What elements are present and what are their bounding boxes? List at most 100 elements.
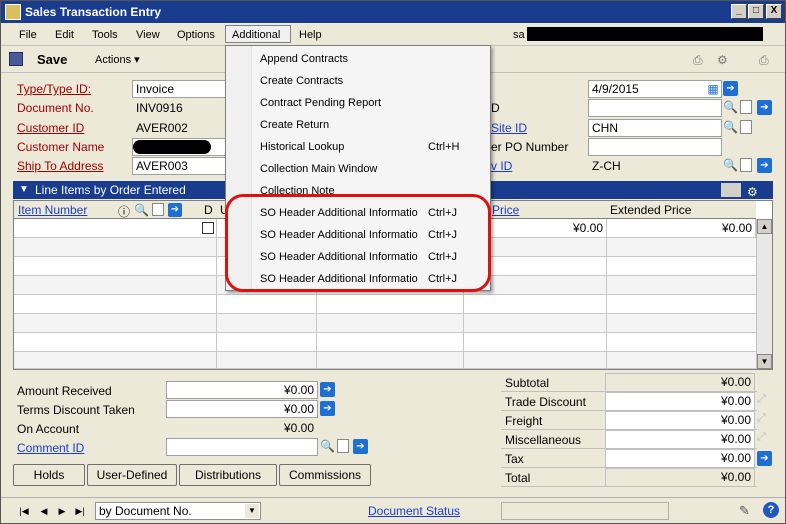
chevron-down-icon[interactable]: ▼	[245, 504, 259, 518]
menu-item-collection-main-window[interactable]: Collection Main Window	[260, 158, 486, 180]
menu-item-historical-lookup[interactable]: Historical Lookup Ctrl+H	[260, 136, 486, 158]
item-number-column[interactable]: Item Number	[18, 203, 87, 217]
date-expand-arrow-icon[interactable]: ➔	[723, 81, 738, 96]
grid-options-icon[interactable]: ⚙	[747, 183, 761, 199]
save-button[interactable]: Save	[37, 52, 67, 67]
comment-lookup-icon[interactable]: 🔍	[320, 439, 335, 453]
lookup-icon[interactable]: 🔍	[723, 100, 738, 114]
terms-discount-arrow-icon[interactable]: ➔	[320, 401, 335, 416]
site-new-icon[interactable]	[740, 120, 752, 134]
trade-discount-expand-icon[interactable]: ⤢	[757, 393, 771, 407]
new-document-icon[interactable]	[740, 100, 752, 114]
item-number-cell[interactable]	[14, 219, 217, 238]
save-icon[interactable]	[9, 52, 23, 66]
note-icon[interactable]: ✎	[739, 503, 750, 519]
collapse-triangle-icon[interactable]: ▼	[19, 181, 29, 199]
printer-icon[interactable]: ⎙	[759, 53, 775, 67]
table-row[interactable]	[14, 352, 756, 369]
menu-item-append-contracts[interactable]: Append Contracts	[260, 48, 486, 70]
ship-to-address-field[interactable]: AVER003	[132, 157, 226, 175]
comment-id-field[interactable]	[166, 438, 318, 456]
amount-received-label: Amount Received	[17, 384, 112, 398]
extended-price-cell[interactable]: ¥0.00	[607, 219, 756, 238]
trade-discount-field[interactable]: ¥0.00	[605, 392, 755, 411]
miscellaneous-field[interactable]: ¥0.00	[605, 430, 755, 449]
user-defined-button[interactable]: User-Defined	[87, 464, 177, 486]
distributions-button[interactable]: Distributions	[179, 464, 277, 486]
amount-received-arrow-icon[interactable]: ➔	[320, 382, 335, 397]
site-id-field[interactable]: CHN	[588, 119, 722, 137]
ship-to-address-label[interactable]: Ship To Address	[17, 159, 104, 173]
tax-field[interactable]: ¥0.00	[605, 449, 755, 468]
site-lookup-icon[interactable]: 🔍	[723, 120, 738, 134]
site-id-label[interactable]: Site ID	[491, 121, 527, 135]
menu-additional[interactable]: Additional	[225, 25, 291, 43]
shipping-method-label[interactable]: v ID	[491, 159, 512, 173]
item-info-icon[interactable]: ⓘ	[118, 203, 130, 220]
last-record-icon[interactable]: ▶|	[73, 504, 87, 518]
menu-item-contract-pending-report[interactable]: Contract Pending Report	[260, 92, 486, 114]
menu-file[interactable]: File	[13, 26, 43, 44]
batch-expand-arrow-icon[interactable]: ➔	[757, 100, 772, 115]
menu-item-create-contracts[interactable]: Create Contracts	[260, 70, 486, 92]
shipping-expand-arrow-icon[interactable]: ➔	[757, 158, 772, 173]
minimize-button[interactable]: _	[731, 4, 747, 19]
shipping-lookup-icon[interactable]: 🔍	[723, 158, 738, 172]
misc-expand-icon[interactable]: ⤢	[757, 431, 771, 445]
customer-po-field[interactable]	[588, 138, 722, 156]
type-id-label[interactable]: Type/Type ID:	[17, 82, 91, 96]
menu-help[interactable]: Help	[293, 26, 328, 44]
customer-name-field[interactable]	[132, 138, 226, 156]
table-row[interactable]	[14, 295, 756, 314]
close-button[interactable]: X	[766, 4, 782, 19]
print-icon[interactable]: ⎙	[693, 53, 709, 67]
comment-expand-arrow-icon[interactable]: ➔	[353, 439, 368, 454]
row-checkbox[interactable]	[202, 222, 214, 234]
scroll-up-icon[interactable]: ▲	[757, 219, 772, 234]
next-record-icon[interactable]: ▶	[55, 504, 69, 518]
status-message-box	[501, 502, 669, 520]
freight-expand-icon[interactable]: ⤢	[757, 412, 771, 426]
maximize-button[interactable]: □	[748, 4, 764, 19]
grid-expand-icon[interactable]	[721, 183, 741, 197]
comment-id-label[interactable]: Comment ID	[17, 441, 84, 455]
shipping-new-icon[interactable]	[740, 158, 752, 172]
customer-id-field[interactable]: AVER002	[132, 119, 226, 137]
menu-view[interactable]: View	[130, 26, 166, 44]
terms-discount-field[interactable]: ¥0.00	[166, 400, 318, 418]
commissions-button[interactable]: Commissions	[279, 464, 371, 486]
holds-button[interactable]: Holds	[13, 464, 85, 486]
menu-edit[interactable]: Edit	[49, 26, 80, 44]
document-no-field[interactable]: INV0916	[132, 99, 226, 117]
help-icon[interactable]: ?	[763, 502, 779, 518]
sort-by-value: by Document No.	[99, 504, 192, 518]
customer-id-label[interactable]: Customer ID	[17, 121, 84, 135]
shipping-method-field[interactable]: Z-CH	[588, 157, 722, 175]
document-status-link[interactable]: Document Status	[368, 504, 460, 518]
first-record-icon[interactable]: |◀	[17, 504, 31, 518]
menu-options[interactable]: Options	[171, 26, 221, 44]
previous-record-icon[interactable]: ◀	[37, 504, 51, 518]
calendar-icon[interactable]: ▦	[705, 81, 721, 97]
menu-item-create-return[interactable]: Create Return	[260, 114, 486, 136]
item-lookup-icon[interactable]: 🔍	[134, 203, 149, 217]
amount-received-field[interactable]: ¥0.00	[166, 381, 318, 399]
comment-new-icon[interactable]	[337, 439, 349, 453]
type-id-field[interactable]: Invoice	[132, 80, 226, 98]
grid-scrollbar[interactable]: ▲ ▼	[756, 219, 772, 369]
batch-id-field[interactable]	[588, 99, 722, 117]
sort-by-select[interactable]: by Document No. ▼	[95, 502, 261, 520]
table-row[interactable]	[14, 333, 756, 352]
item-new-icon[interactable]	[152, 203, 164, 216]
table-row[interactable]	[14, 314, 756, 333]
menu-tools[interactable]: Tools	[86, 26, 124, 44]
scroll-down-icon[interactable]: ▼	[757, 354, 772, 369]
options-icon[interactable]: ⚙	[717, 53, 733, 67]
freight-field[interactable]: ¥0.00	[605, 411, 755, 430]
unit-price-column[interactable]: Price	[492, 203, 519, 217]
total-value: ¥0.00	[605, 468, 755, 487]
actions-button[interactable]: Actions ▾	[87, 50, 148, 70]
date-field[interactable]: 4/9/2015	[588, 80, 722, 98]
item-expand-arrow-icon[interactable]: ➔	[168, 203, 182, 217]
tax-expand-arrow-icon[interactable]: ➔	[757, 451, 772, 466]
